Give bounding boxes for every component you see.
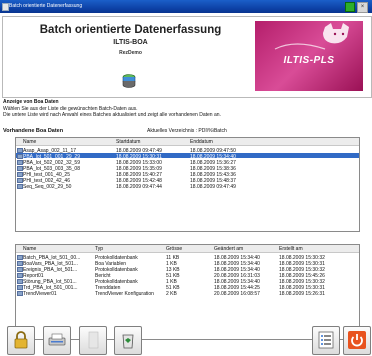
table-cell: 18.08.2009 09:47:49 <box>190 184 236 190</box>
table-row[interactable]: PBA_lot_501_001_29_29 18.08.2009 15:30:31… <box>16 153 359 160</box>
batch-list-header: Name Startdatum Enddatum <box>16 138 359 146</box>
table-cell: TrendViewer Konfiguration <box>95 291 154 297</box>
column-header-startdatum[interactable]: Startdatum <box>116 139 140 145</box>
list-icon <box>318 331 334 349</box>
scanner-icon <box>48 333 66 346</box>
column-header-typ[interactable]: Typ <box>95 246 103 252</box>
section-title-anzeige: Anzeige von Boa Daten <box>3 99 59 105</box>
recycle-bin-button[interactable] <box>114 326 142 355</box>
table-row[interactable]: BoaVars_PBA_lot_501... Boa Variablen 1 KB 1… <box>16 260 359 267</box>
table-row[interactable]: Seq_Seq_002_29_50 18.08.2009 09:47:44 18.0… <box>16 183 359 190</box>
document-button[interactable] <box>79 326 107 355</box>
database-icon <box>122 74 136 88</box>
table-cell: TrendViewer01 <box>23 291 57 297</box>
scanner-button[interactable] <box>43 326 71 355</box>
table-cell: 18.08.2009 15:26:31 <box>279 291 325 297</box>
list-button[interactable] <box>312 326 340 355</box>
table-row[interactable]: PHI_test_002_42_46 18.08.2009 15:42:48 18.… <box>16 177 359 184</box>
table-cell: Seq_Seq_002_29_50 <box>23 184 72 190</box>
app-title: Batch orientierte Datenerfassung <box>39 24 222 36</box>
batch-list[interactable]: Name Startdatum Enddatum Asap_Asap_002_1… <box>15 137 360 232</box>
window-title: Batch orientierte Datenerfassung <box>9 3 83 9</box>
instruction-line-2: Die untere Liste wird nach Anwahl eines … <box>3 112 221 118</box>
table-cell: 18.08.2009 09:47:44 <box>116 184 162 190</box>
power-icon <box>348 331 366 349</box>
lock-button[interactable] <box>7 326 35 355</box>
brand-logo: ILTIS-PLS <box>255 21 363 91</box>
main-window: Batch orientierte Datenerfassung × Batch… <box>0 0 372 356</box>
header-panel: Batch orientierte Datenerfassung ILTIS-B… <box>2 16 372 98</box>
current-directory-label: Aktuelles Verzeichnis : PDI\%\Batch <box>147 128 227 134</box>
close-button[interactable]: × <box>357 2 368 13</box>
section-title-vorhandene: Vorhandene Boa Daten <box>3 128 64 134</box>
app-subtitle: ILTIS-BOA <box>113 39 148 46</box>
table-cell: 20.08.2009 16:08:57 <box>214 291 260 297</box>
logo-text: ILTIS-PLS <box>283 55 335 66</box>
table-row[interactable]: Trd_PBA_lot_501_001... Trenddaten 51 KB 18.… <box>16 284 359 291</box>
app-icon <box>2 3 9 11</box>
table-row[interactable]: PBA_lot_502_002_32_59 18.08.2009 15:33:00… <box>16 159 359 166</box>
column-header-name[interactable]: Name <box>23 139 36 145</box>
database-name: RezDemo <box>119 50 142 56</box>
table-row[interactable]: TrendViewer01 TrendViewer Konfiguration 2 … <box>16 290 359 297</box>
table-cell: 2 KB <box>166 291 177 297</box>
table-row[interactable]: Report01 Bericht 51 KB 20.08.2009 16:31:03 1… <box>16 272 359 279</box>
column-header-groesse[interactable]: Grösse <box>166 246 182 252</box>
table-row[interactable]: PHI_test_001_40_25 18.08.2009 15:40:27 18.… <box>16 171 359 178</box>
document-icon <box>88 331 99 349</box>
title-bar[interactable]: Batch orientierte Datenerfassung × <box>0 0 372 13</box>
bottom-toolbar <box>0 312 372 356</box>
table-row[interactable]: Störung_PBA_lot_501... Protokolldatenbank… <box>16 278 359 285</box>
table-row[interactable]: PBA_lot_503_003_35_08 18.08.2009 15:35:09… <box>16 165 359 172</box>
column-header-name[interactable]: Name <box>23 246 36 252</box>
table-row[interactable]: Asap_Asap_002_11_17 18.08.2009 09:47:49 18… <box>16 147 359 154</box>
status-indicator <box>345 2 355 12</box>
file-list-header: Name Typ Grösse Geändert am Erstellt am <box>16 245 359 253</box>
column-header-geaendert[interactable]: Geändert am <box>214 246 243 252</box>
table-row[interactable]: Batch_PBA_lot_501_00... Protokolldatenban… <box>16 254 359 261</box>
recycle-bin-icon <box>122 334 134 349</box>
lock-icon <box>14 331 28 349</box>
table-row[interactable]: Ereignis_PBA_lot_501... Protokolldatenban… <box>16 266 359 273</box>
column-header-erstellt[interactable]: Erstellt am <box>279 246 303 252</box>
power-button[interactable] <box>343 326 371 355</box>
column-header-enddatum[interactable]: Enddatum <box>190 139 213 145</box>
cat-logo-icon <box>274 23 349 50</box>
